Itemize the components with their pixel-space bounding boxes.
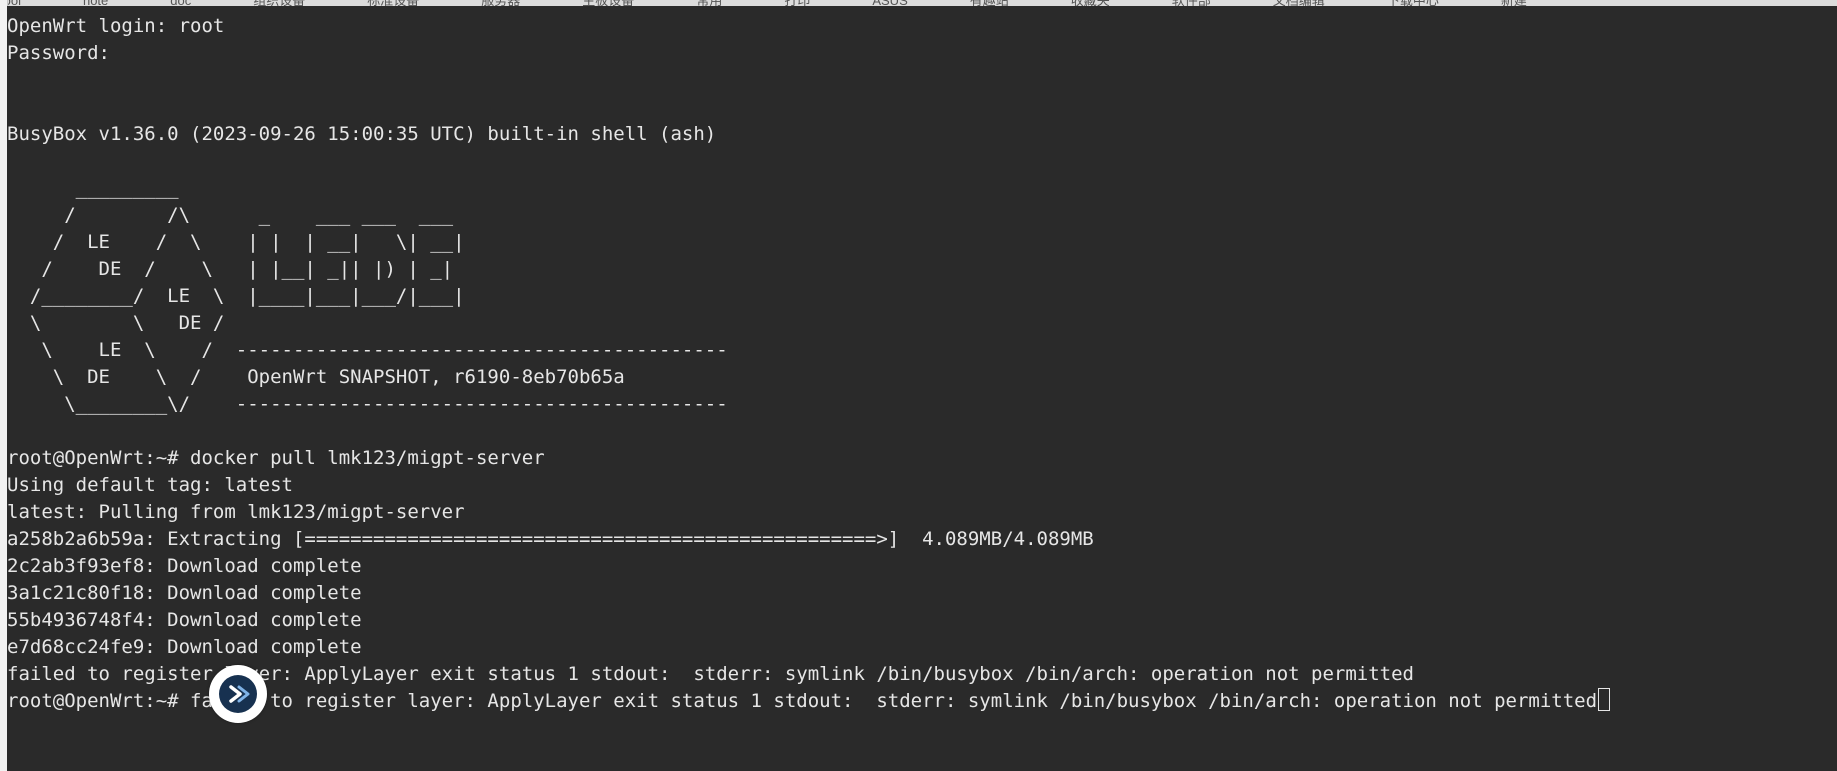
terminal-line: / /\ _ ___ ___ ___ bbox=[7, 204, 454, 226]
terminal-line: a258b2a6b59a: Extracting [==============… bbox=[7, 528, 1094, 550]
terminal-line: _________ bbox=[7, 177, 179, 199]
terminal-line: e7d68cc24fe9: Download complete bbox=[7, 636, 362, 658]
terminal-line: root@OpenWrt:~# docker pull lmk123/migpt… bbox=[7, 447, 545, 469]
terminal-line: \ \ DE / bbox=[7, 312, 225, 334]
terminal-line: Password: bbox=[7, 42, 110, 64]
terminal-line: 55b4936748f4: Download complete bbox=[7, 609, 362, 631]
terminal-line: OpenWrt login: root bbox=[7, 15, 225, 37]
terminal-cursor bbox=[1598, 688, 1611, 711]
screen: toolnotedoc组织设备标准设备服务器主板设备常用打印ASUS有趣站收藏夹… bbox=[0, 0, 1837, 771]
terminal-line: / DE / \ | |__| _|| |) | _| bbox=[7, 258, 454, 280]
terminal-output[interactable]: OpenWrt login: root Password: BusyBox v1… bbox=[7, 6, 1837, 715]
terminal-line: /________/ LE \ |____|___|___/|___| bbox=[7, 285, 465, 307]
terminal-line: / LE / \ | | | __| \| __| bbox=[7, 231, 465, 253]
terminal-line: 3a1c21c80f18: Download complete bbox=[7, 582, 362, 604]
terminal-line: BusyBox v1.36.0 (2023-09-26 15:00:35 UTC… bbox=[7, 123, 717, 145]
app-shortcut-icon bbox=[219, 675, 257, 713]
terminal-window[interactable]: OpenWrt login: root Password: BusyBox v1… bbox=[7, 6, 1837, 771]
floating-app-icon[interactable] bbox=[209, 665, 267, 723]
terminal-line: latest: Pulling from lmk123/migpt-server bbox=[7, 501, 465, 523]
terminal-line: \________\/ ----------------------------… bbox=[7, 393, 728, 415]
terminal-line: 2c2ab3f93ef8: Download complete bbox=[7, 555, 362, 577]
terminal-line: Using default tag: latest bbox=[7, 474, 293, 496]
terminal-line: \ DE \ / OpenWrt SNAPSHOT, r6190-8eb70b6… bbox=[7, 366, 625, 388]
terminal-line: \ LE \ / -------------------------------… bbox=[7, 339, 728, 361]
